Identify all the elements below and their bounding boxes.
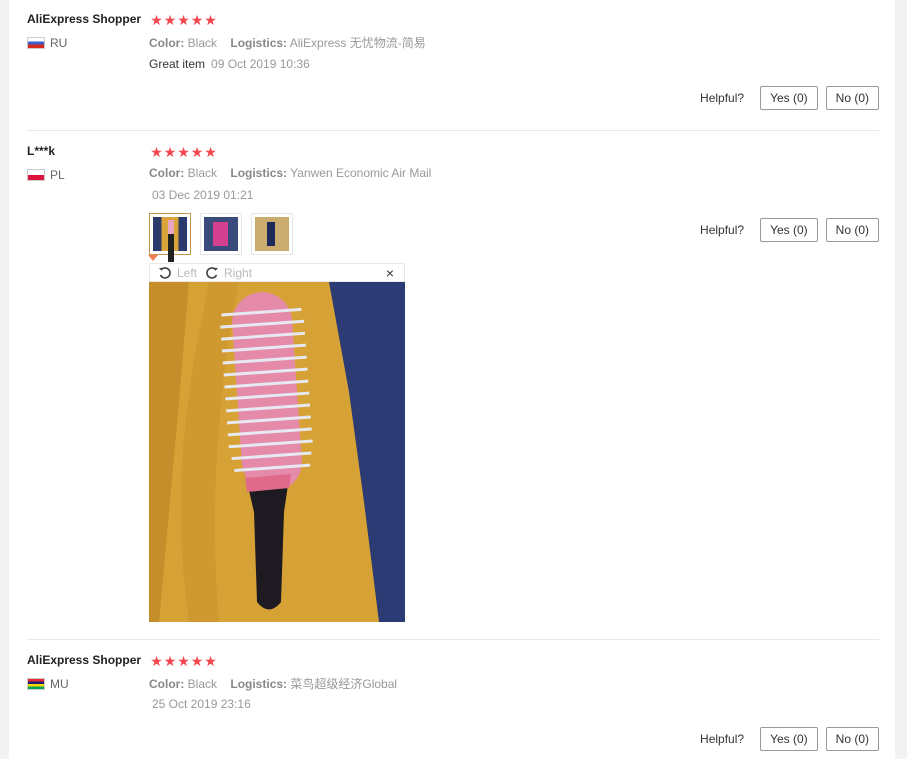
helpful-yes-button[interactable]: Yes (0) <box>760 727 818 751</box>
order-attributes: Color: Black Logistics: AliExpress 无忧物流-… <box>149 34 426 51</box>
rotate-right-icon <box>206 266 219 279</box>
helpful-no-button[interactable]: No (0) <box>825 727 879 751</box>
star-icon: ★ <box>204 653 217 669</box>
reviewer-country: PL <box>27 168 65 182</box>
star-icon: ★ <box>163 12 177 28</box>
review-photo-large <box>149 282 405 622</box>
star-icon: ★ <box>150 12 163 28</box>
helpful-yes-button[interactable]: Yes (0) <box>760 86 818 110</box>
photo-thumbnail[interactable] <box>251 213 293 255</box>
color-value: Black <box>187 166 218 180</box>
reviewer-country: RU <box>27 36 67 50</box>
star-icon: ★ <box>163 653 177 669</box>
helpful-label: Helpful? <box>700 223 745 237</box>
star-icon: ★ <box>190 653 204 669</box>
rotate-left-label: Left <box>177 265 198 280</box>
photo-thumbnail[interactable] <box>200 213 242 255</box>
star-icon: ★ <box>177 653 190 669</box>
helpful-vote: Helpful? Yes (0) No (0) <box>700 727 879 751</box>
review-date: 25 Oct 2019 23:16 <box>152 697 251 711</box>
review-text: Great item <box>149 57 206 71</box>
rotate-right-label: Right <box>224 265 253 280</box>
color-value: Black <box>187 677 218 691</box>
review-date: 09 Oct 2019 10:36 <box>211 57 310 71</box>
country-code: RU <box>50 36 68 50</box>
reviewer-country: MU <box>27 677 69 691</box>
star-icon: ★ <box>177 12 190 28</box>
helpful-no-button[interactable]: No (0) <box>825 86 879 110</box>
review-date: 03 Dec 2019 01:21 <box>152 188 254 202</box>
logistics-label: Logistics: <box>230 677 288 691</box>
star-icon: ★ <box>150 653 163 669</box>
country-flag-icon <box>27 678 45 690</box>
color-label: Color: <box>149 677 185 691</box>
rotate-right-button[interactable]: Right <box>205 266 252 280</box>
helpful-vote: Helpful? Yes (0) No (0) <box>700 218 879 242</box>
photo-viewer-toolbar: Left Right × <box>149 263 405 282</box>
star-icon: ★ <box>204 12 217 28</box>
star-icon: ★ <box>190 144 204 160</box>
star-icon: ★ <box>163 144 177 160</box>
reviewer-name: AliExpress Shopper <box>27 12 142 26</box>
country-flag-icon <box>27 37 45 49</box>
helpful-vote: Helpful? Yes (0) No (0) <box>700 86 879 110</box>
helpful-yes-button[interactable]: Yes (0) <box>760 218 818 242</box>
logistics-value: 菜鸟超级经济Global <box>290 677 398 691</box>
star-rating: ★ ★ ★ ★ ★ <box>150 144 218 160</box>
color-value: Black <box>187 36 218 50</box>
star-icon: ★ <box>150 144 163 160</box>
color-label: Color: <box>149 166 185 180</box>
review-item: AliExpress Shopper ★ ★ ★ ★ ★ RU Color: B… <box>27 0 879 130</box>
logistics-label: Logistics: <box>230 36 288 50</box>
reviews-panel: AliExpress Shopper ★ ★ ★ ★ ★ RU Color: B… <box>9 0 895 759</box>
helpful-label: Helpful? <box>700 732 745 746</box>
close-viewer-icon[interactable]: × <box>386 264 394 282</box>
logistics-value: Yanwen Economic Air Mail <box>290 166 432 180</box>
star-icon: ★ <box>177 144 190 160</box>
star-icon: ★ <box>204 144 217 160</box>
reviewer-name: AliExpress Shopper <box>27 653 142 667</box>
review-photo-thumbnails <box>149 213 302 262</box>
order-attributes: Color: Black Logistics: 菜鸟超级经济Global <box>149 675 397 692</box>
helpful-no-button[interactable]: No (0) <box>825 218 879 242</box>
star-rating: ★ ★ ★ ★ ★ <box>150 12 218 28</box>
rotate-left-icon <box>159 266 171 279</box>
helpful-label: Helpful? <box>700 91 745 105</box>
country-code: PL <box>50 168 65 182</box>
order-attributes: Color: Black Logistics: Yanwen Economic … <box>149 166 431 180</box>
reviewer-name: L***k <box>27 144 56 158</box>
star-icon: ★ <box>190 12 204 28</box>
photo-thumbnail[interactable] <box>149 213 191 262</box>
active-thumbnail-pointer <box>148 255 158 261</box>
review-text-row: Great item 09 Oct 2019 10:36 <box>149 57 310 71</box>
hair-brush-photo <box>149 282 405 622</box>
logistics-value: AliExpress 无忧物流-简易 <box>289 36 426 50</box>
color-label: Color: <box>149 36 185 50</box>
country-code: MU <box>50 677 69 691</box>
country-flag-icon <box>27 169 45 181</box>
logistics-label: Logistics: <box>230 166 288 180</box>
review-item: AliExpress Shopper ★ ★ ★ ★ ★ MU Color: B… <box>27 640 879 759</box>
star-rating: ★ ★ ★ ★ ★ <box>150 653 218 669</box>
rotate-left-button[interactable]: Left <box>158 266 197 280</box>
